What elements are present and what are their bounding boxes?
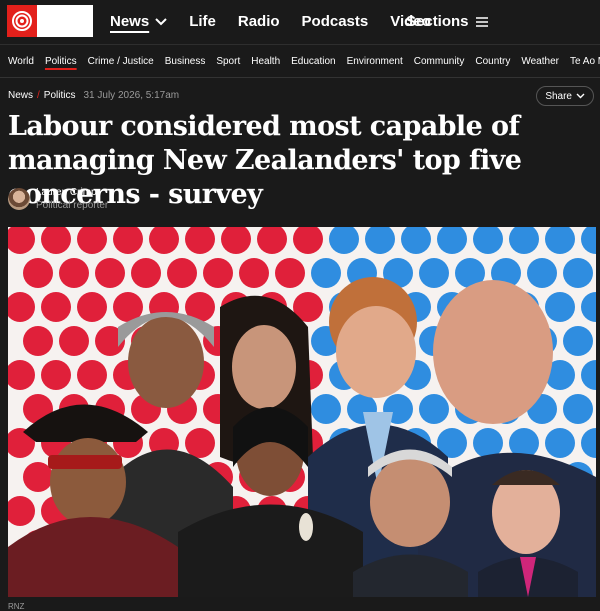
pattern-dot: [203, 258, 233, 288]
breadcrumb: News / Politics 31 July 2026, 5:17am: [8, 90, 179, 101]
subnav-community[interactable]: Community: [414, 56, 465, 67]
sub-nav: World Politics Crime / Justice Business …: [0, 44, 600, 78]
pattern-dot: [95, 258, 125, 288]
pattern-dot: [23, 258, 53, 288]
pattern-dot: [545, 428, 575, 458]
pattern-dot: [185, 428, 215, 458]
subnav-weather[interactable]: Weather: [521, 56, 559, 67]
main-nav: News Life Radio Podcasts Video: [110, 13, 453, 30]
rnz-logo-icon: [7, 5, 37, 37]
pattern-dot: [77, 227, 107, 254]
pattern-dot: [545, 227, 575, 254]
breadcrumb-politics[interactable]: Politics: [44, 90, 76, 101]
pattern-dot: [41, 360, 71, 390]
pattern-dot: [8, 360, 35, 390]
pattern-dot: [8, 496, 35, 526]
pattern-dot: [311, 258, 341, 288]
pattern-dot: [131, 258, 161, 288]
pattern-dot: [257, 227, 287, 254]
pattern-dot: [563, 326, 593, 356]
rnz-logo[interactable]: [7, 5, 93, 37]
article-date: 31 July 2026, 5:17am: [83, 90, 180, 101]
pattern-dot: [329, 227, 359, 254]
subnav-health[interactable]: Health: [251, 56, 280, 67]
subnav-politics[interactable]: Politics: [45, 56, 77, 67]
chevron-down-icon: [576, 93, 585, 99]
pattern-dot: [293, 227, 323, 254]
pattern-dot: [473, 227, 503, 254]
pattern-dot: [563, 394, 593, 424]
pattern-dot: [419, 394, 449, 424]
pattern-dot: [311, 394, 341, 424]
pattern-dot: [59, 258, 89, 288]
pattern-dot: [77, 292, 107, 322]
author-name[interactable]: Lauren Crimp: [36, 187, 108, 198]
subnav-environment[interactable]: Environment: [347, 56, 403, 67]
pattern-dot: [275, 258, 305, 288]
pattern-dot: [59, 326, 89, 356]
pattern-dot: [8, 292, 35, 322]
pattern-dot: [149, 227, 179, 254]
sections-menu-button[interactable]: Sections: [406, 13, 488, 30]
pattern-dot: [509, 227, 539, 254]
subnav-crime-justice[interactable]: Crime / Justice: [88, 56, 154, 67]
subnav-business[interactable]: Business: [165, 56, 206, 67]
chevron-down-icon: [155, 17, 167, 25]
pattern-dot: [113, 227, 143, 254]
pattern-dot: [527, 258, 557, 288]
pattern-dot: [581, 360, 596, 390]
pattern-dot: [545, 292, 575, 322]
subnav-world[interactable]: World: [8, 56, 34, 67]
hamburger-icon: [475, 16, 488, 27]
pattern-dot: [41, 227, 71, 254]
subnav-sport[interactable]: Sport: [216, 56, 240, 67]
pattern-dot: [8, 227, 35, 254]
pattern-dot: [563, 258, 593, 288]
pattern-dot: [581, 292, 596, 322]
nav-news-label: News: [110, 13, 150, 30]
author-role: Political reporter: [36, 200, 109, 211]
pattern-dot: [239, 258, 269, 288]
pattern-dot: [581, 428, 596, 458]
top-bar: News Life Radio Podcasts Video Sections: [0, 0, 600, 44]
pattern-dot: [581, 227, 596, 254]
author-avatar: [8, 188, 30, 210]
share-button[interactable]: Share: [536, 86, 594, 106]
subnav-education[interactable]: Education: [291, 56, 335, 67]
politician-figures: [8, 277, 596, 597]
nav-life[interactable]: Life: [189, 13, 216, 30]
nav-news[interactable]: News: [110, 13, 167, 30]
sections-label: Sections: [406, 13, 469, 30]
hero-image: [8, 227, 596, 597]
pattern-dot: [23, 326, 53, 356]
pattern-dot: [365, 227, 395, 254]
hero-illustration: [8, 227, 596, 597]
pattern-dot: [419, 258, 449, 288]
image-credit: RNZ: [8, 602, 25, 611]
pattern-dot: [167, 258, 197, 288]
pattern-dot: [77, 360, 107, 390]
nav-radio[interactable]: Radio: [238, 13, 280, 30]
breadcrumb-separator: /: [37, 90, 40, 101]
pattern-dot: [437, 227, 467, 254]
pattern-dot: [401, 227, 431, 254]
nav-podcasts[interactable]: Podcasts: [302, 13, 369, 30]
pattern-dot: [41, 292, 71, 322]
byline: Lauren Crimp Political reporter: [8, 187, 108, 211]
pattern-dot: [185, 227, 215, 254]
breadcrumb-news[interactable]: News: [8, 90, 33, 101]
subnav-te-ao-maori[interactable]: Te Ao Māori: [570, 56, 600, 67]
subnav-country[interactable]: Country: [475, 56, 510, 67]
pattern-dot: [221, 227, 251, 254]
share-label: Share: [545, 90, 572, 102]
